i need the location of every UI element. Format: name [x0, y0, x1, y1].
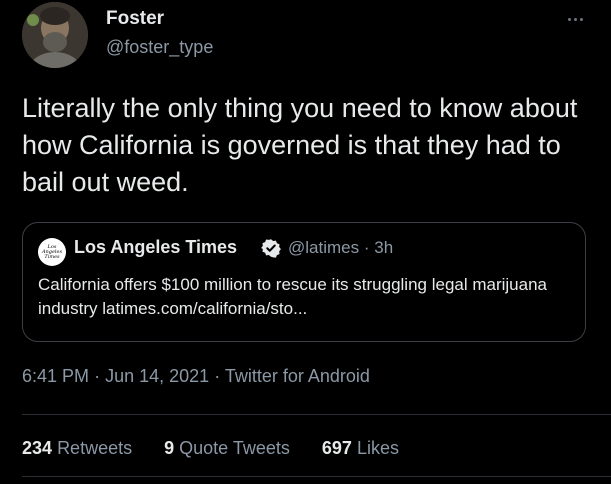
avatar[interactable]: [22, 2, 88, 68]
author-handle[interactable]: @foster_type: [106, 37, 213, 58]
author-display-name[interactable]: Foster: [106, 8, 164, 30]
quoted-age: 3h: [374, 238, 394, 257]
timestamp-separator: ·: [94, 366, 101, 386]
likes-stat[interactable]: 697 Likes: [322, 438, 399, 459]
quote-tweets-label: Quote Tweets: [179, 438, 290, 458]
more-dot: [573, 17, 577, 21]
tweet-date[interactable]: Jun 14, 2021: [105, 366, 209, 386]
divider: [22, 476, 611, 477]
avatar-image: [22, 2, 88, 68]
timestamp-separator: ·: [214, 366, 221, 386]
quoted-text: California offers $100 million to rescue…: [38, 275, 548, 318]
latimes-logo-lettering: Los Angeles Times: [41, 243, 63, 260]
tweet-time[interactable]: 6:41 PM: [22, 366, 89, 386]
more-dot: [579, 17, 583, 21]
quote-tweets-count: 9: [164, 438, 175, 458]
retweets-count: 234: [22, 438, 53, 458]
tweet-text: Literally the only thing you need to kno…: [22, 93, 578, 197]
tweet-source[interactable]: Twitter for Android: [225, 366, 370, 386]
divider: [22, 414, 611, 415]
verified-badge-icon: [261, 239, 281, 258]
timestamp-row: 6:41 PM · Jun 14, 2021 · Twitter for And…: [22, 366, 370, 387]
tweet: Foster @foster_type Literally the only t…: [0, 0, 611, 484]
quoted-meta: @latimes · 3h: [288, 238, 393, 258]
retweets-label: Retweets: [57, 438, 133, 458]
engagement-stats: 234 Retweets 9 Quote Tweets 697 Likes: [22, 438, 426, 459]
more-options-icon[interactable]: [560, 8, 590, 30]
likes-label: Likes: [356, 438, 399, 458]
likes-count: 697: [321, 438, 352, 458]
retweets-stat[interactable]: 234 Retweets: [22, 438, 132, 459]
quoted-handle: @latimes: [288, 238, 360, 257]
quoted-display-name: Los Angeles Times: [74, 237, 238, 257]
latimes-logo-icon: Los Angeles Times: [38, 238, 66, 266]
meta-separator: ·: [363, 238, 370, 257]
quoted-tweet-card[interactable]: Los Angeles Times Los Angeles Times @lat…: [22, 222, 586, 342]
more-dot: [567, 17, 571, 21]
quote-tweets-stat[interactable]: 9 Quote Tweets: [164, 438, 290, 459]
